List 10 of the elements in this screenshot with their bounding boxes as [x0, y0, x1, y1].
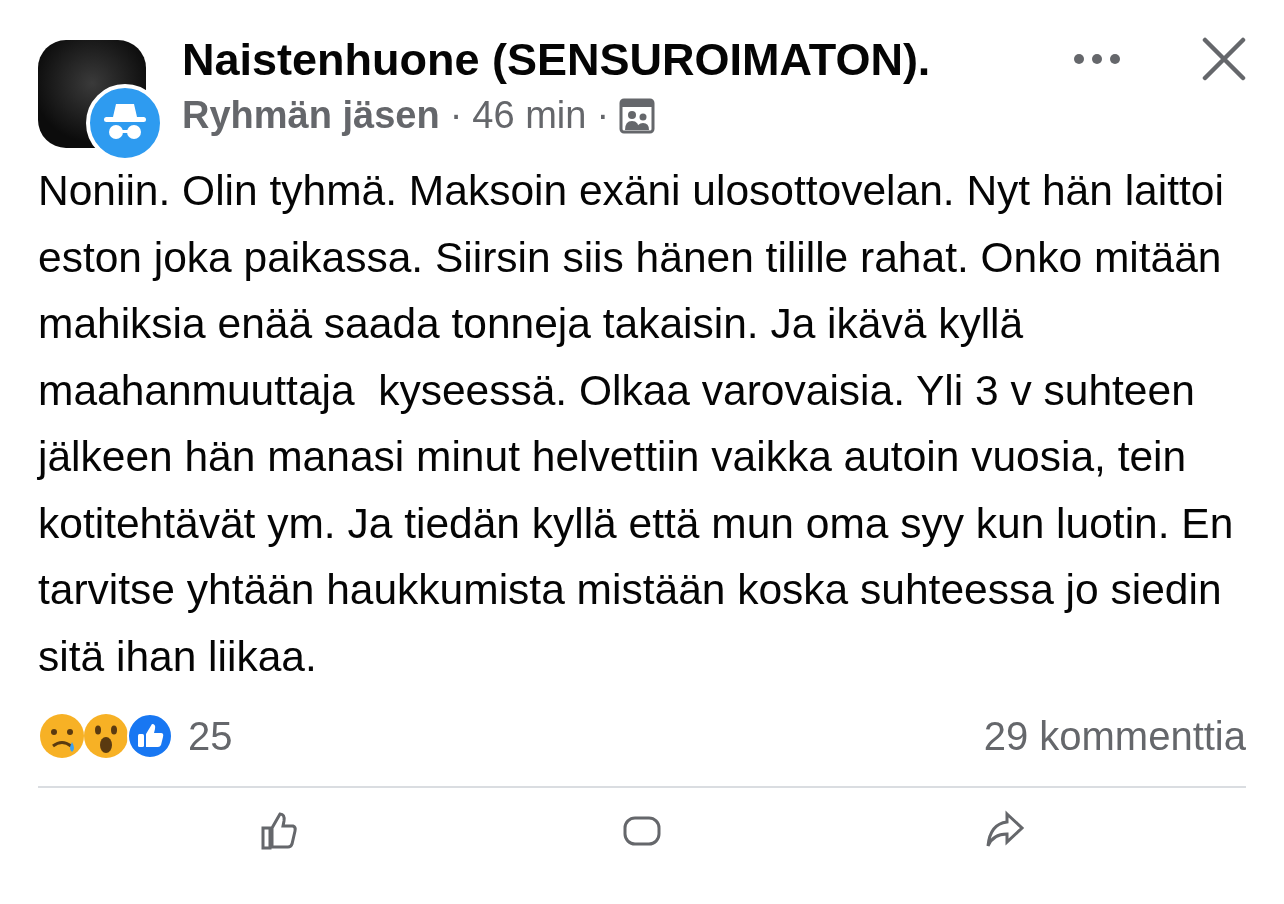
like-icon[interactable]: [259, 810, 300, 853]
comment-count[interactable]: 29 kommenttia: [983, 713, 1246, 759]
post-time[interactable]: 46 min: [472, 94, 587, 137]
reaction-count[interactable]: 25: [188, 713, 984, 759]
group-members-icon: [619, 97, 656, 134]
author-label[interactable]: Ryhmän jäsen: [182, 94, 440, 137]
separator-dot: ·: [449, 94, 463, 137]
group-name[interactable]: Naistenhuone (SENSUROIMATON).: [182, 34, 1072, 86]
separator-dot: ·: [596, 94, 610, 137]
post-text: Noniin. Olin tyhmä. Maksoin exäni ulosottovelan. Nyt hän laittoi eston joka paikassa. Siirsin siis hänen tilille rahat. Onko mitään mahiksia enää saada tonneja takaisin. Ja ikävä kyllä maahanmuuttaja kyseessä. Olkaa varovaisia. Yli 3 v suhteen jälkeen hän manasi minut helvettiin vaikka autoin vuosia, tein kotitehtävät ym. Ja tiedän kyllä että mun oma syy kun luotin. En tarvitse yhtään haukkumista mistään koska suhteessa jo siedin sitä ihan liikaa.: [38, 166, 1235, 682]
